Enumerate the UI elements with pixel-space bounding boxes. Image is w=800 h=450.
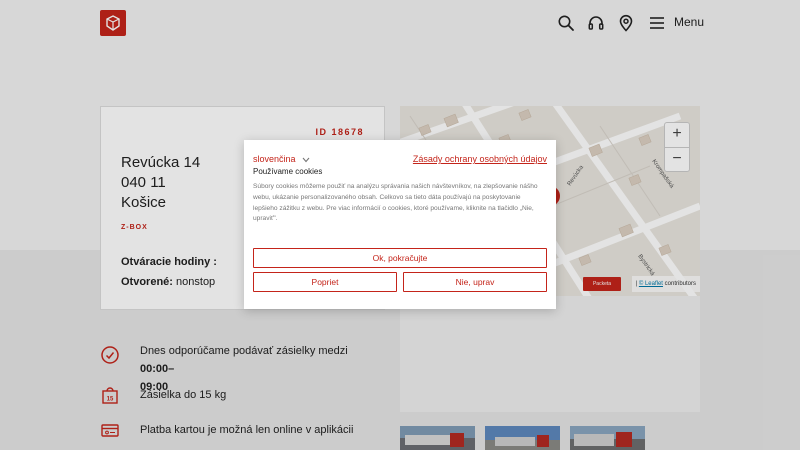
privacy-policy-link[interactable]: Zásady ochrany osobných údajov — [413, 154, 547, 164]
reject-cookies-button[interactable]: Popriet — [253, 272, 397, 292]
language-selector[interactable]: slovenčina — [253, 154, 310, 165]
language-label: slovenčina — [253, 154, 296, 164]
cookie-title: Používame cookies — [253, 167, 323, 176]
cookie-dialog: slovenčina Zásady ochrany osobných údajo… — [244, 140, 556, 309]
edit-cookies-button[interactable]: Nie, uprav — [403, 272, 547, 292]
accept-cookies-button[interactable]: Ok, pokračujte — [253, 248, 547, 268]
cookie-description: Súbory cookies môžeme použiť na analýzu … — [253, 183, 538, 223]
chevron-down-icon — [302, 155, 310, 165]
